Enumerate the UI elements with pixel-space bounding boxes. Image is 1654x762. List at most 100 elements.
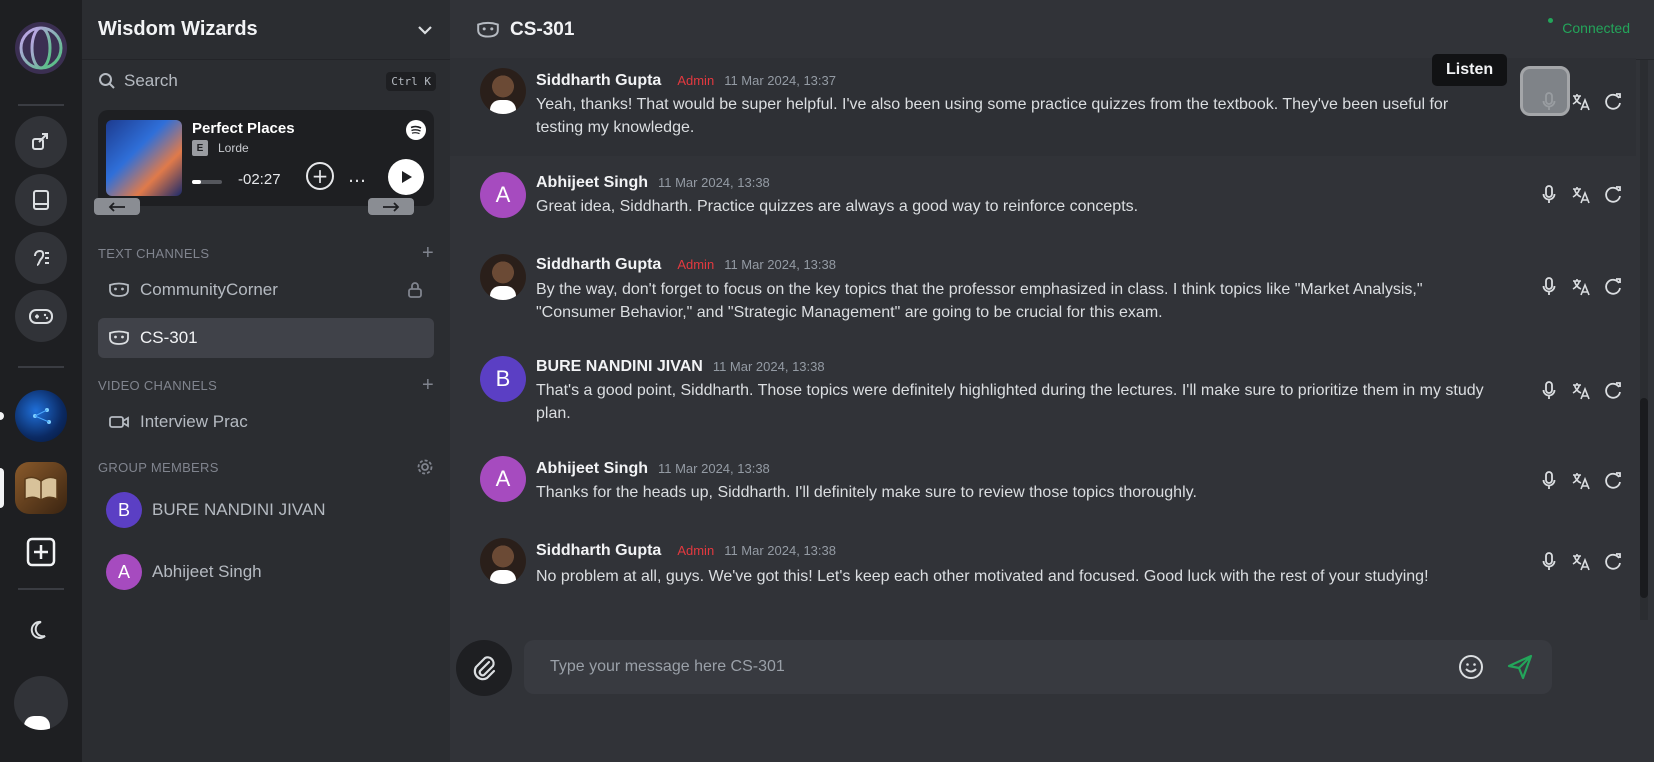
translate-button[interactable] (1570, 276, 1592, 298)
message-time: 11 Mar 2024, 13:37 (724, 73, 836, 88)
more-options-button[interactable]: … (348, 166, 367, 187)
member-bure-nandini-jivan[interactable]: B BURE NANDINI JIVAN (106, 492, 326, 528)
author-name[interactable]: Siddharth Gupta (536, 72, 661, 90)
author-avatar[interactable]: B (480, 356, 526, 402)
message-item[interactable]: Siddharth Gupta Admin 11 Mar 2024, 13:38… (450, 530, 1636, 606)
message-text: By the way, don't forget to focus on the… (536, 281, 1423, 321)
translate-icon (1572, 279, 1590, 296)
network-icon (33, 408, 51, 424)
arrow-right-icon (383, 201, 400, 212)
rail-divider (18, 104, 64, 106)
channel-interview-prac[interactable]: Interview Prac (98, 402, 434, 442)
member-name: Abhijeet Singh (152, 562, 262, 581)
listen-button[interactable] (1538, 184, 1560, 206)
search-button[interactable]: Search Ctrl K (98, 66, 436, 96)
connection-status: Connected (1548, 18, 1630, 36)
next-arrow-button[interactable] (368, 198, 414, 215)
attach-button[interactable] (456, 640, 512, 696)
chat-scrollbar[interactable] (1640, 60, 1648, 620)
rail-ear-button[interactable] (15, 232, 67, 284)
translate-button[interactable] (1570, 91, 1592, 113)
translate-button[interactable] (1570, 380, 1592, 402)
rail-game-button[interactable] (15, 290, 67, 342)
listen-button[interactable] (1538, 380, 1560, 402)
send-icon[interactable] (1506, 653, 1534, 681)
theater-mask-icon (477, 21, 499, 38)
group-members-header: GROUP MEMBERS (98, 458, 434, 476)
message-time: 11 Mar 2024, 13:38 (712, 359, 825, 374)
active-server-indicator (0, 468, 4, 508)
author-name[interactable]: Abhijeet Singh (536, 460, 648, 478)
listen-button[interactable] (1538, 551, 1560, 573)
drag-handle[interactable] (1520, 66, 1570, 116)
progress-bar[interactable] (192, 180, 222, 184)
add-to-library-button[interactable]: + (306, 162, 334, 190)
chevron-down-icon[interactable] (416, 21, 434, 39)
channel-name: Interview Prac (140, 412, 248, 431)
add-text-channel-button[interactable]: + (422, 242, 434, 265)
author-avatar[interactable] (480, 68, 526, 114)
translate-button[interactable] (1570, 470, 1592, 492)
message-text: Great idea, Siddharth. Practice quizzes … (536, 198, 1139, 215)
message-time: 11 Mar 2024, 13:38 (658, 461, 770, 476)
message-item[interactable]: Siddharth Gupta Admin 11 Mar 2024, 13:38… (450, 246, 1636, 342)
rail-book-button[interactable] (15, 174, 67, 226)
channel-name: CommunityCorner (140, 280, 278, 299)
channel-cs-301[interactable]: CS-301 (98, 318, 434, 358)
server-book-button[interactable] (15, 462, 67, 514)
author-avatar[interactable] (480, 538, 526, 584)
reply-button[interactable] (1602, 276, 1624, 298)
rail-share-button[interactable] (15, 116, 67, 168)
home-globe-button[interactable] (15, 22, 67, 74)
message-input[interactable] (550, 658, 1458, 676)
search-shortcut: Ctrl K (386, 71, 436, 91)
theme-toggle-button[interactable] (15, 604, 67, 656)
author-name[interactable]: Abhijeet Singh (536, 174, 648, 192)
message-item[interactable]: B BURE NANDINI JIVAN 11 Mar 2024, 13:38 … (450, 352, 1636, 444)
reply-button[interactable] (1602, 551, 1624, 573)
server-header[interactable]: Wisdom Wizards (82, 0, 450, 60)
member-abhijeet-singh[interactable]: A Abhijeet Singh (106, 554, 262, 590)
author-avatar[interactable] (480, 254, 526, 300)
channel-sidebar: Wisdom Wizards Search Ctrl K Perfect Pla… (82, 0, 450, 762)
play-icon (402, 171, 412, 183)
listen-button[interactable] (1538, 276, 1560, 298)
message-actions (1538, 470, 1624, 492)
message-header: Abhijeet Singh 11 Mar 2024, 13:38 (536, 174, 770, 192)
reload-icon (1605, 278, 1621, 295)
reply-button[interactable] (1602, 470, 1624, 492)
listen-button[interactable] (1538, 470, 1560, 492)
author-name[interactable]: Siddharth Gupta (536, 542, 661, 560)
microphone-icon (1542, 381, 1556, 399)
channel-name: CS-301 (140, 328, 198, 347)
author-name[interactable]: BURE NANDINI JIVAN (536, 358, 703, 376)
translate-button[interactable] (1570, 551, 1592, 573)
reply-button[interactable] (1602, 91, 1624, 113)
emoji-icon[interactable] (1458, 654, 1484, 680)
share-icon (32, 133, 48, 150)
server-sql-button[interactable] (15, 390, 67, 442)
progress-fill (192, 180, 201, 184)
add-server-button[interactable] (15, 526, 67, 578)
author-avatar[interactable]: A (480, 456, 526, 502)
rail-divider (18, 366, 64, 368)
add-video-channel-button[interactable]: + (422, 374, 434, 397)
message-item[interactable]: A Abhijeet Singh 11 Mar 2024, 13:38 Grea… (450, 164, 1636, 242)
prev-arrow-button[interactable] (94, 198, 140, 215)
music-player: Perfect Places E Lorde -02:27 + … (98, 110, 434, 206)
reply-button[interactable] (1602, 184, 1624, 206)
microphone-icon (1542, 552, 1556, 570)
channel-communitycorner[interactable]: CommunityCorner (98, 270, 434, 310)
open-book-icon (24, 476, 58, 501)
user-avatar[interactable] (14, 676, 68, 730)
reply-button[interactable] (1602, 380, 1624, 402)
author-avatar[interactable]: A (480, 172, 526, 218)
author-name[interactable]: Siddharth Gupta (536, 256, 661, 274)
gear-icon[interactable] (416, 458, 434, 476)
translate-button[interactable] (1570, 184, 1592, 206)
play-button[interactable] (388, 159, 424, 195)
message-item[interactable]: A Abhijeet Singh 11 Mar 2024, 13:38 Than… (450, 452, 1636, 524)
scrollbar-thumb[interactable] (1640, 398, 1648, 598)
app-window: Wisdom Wizards Search Ctrl K Perfect Pla… (0, 0, 1654, 762)
translate-icon (1572, 187, 1590, 204)
